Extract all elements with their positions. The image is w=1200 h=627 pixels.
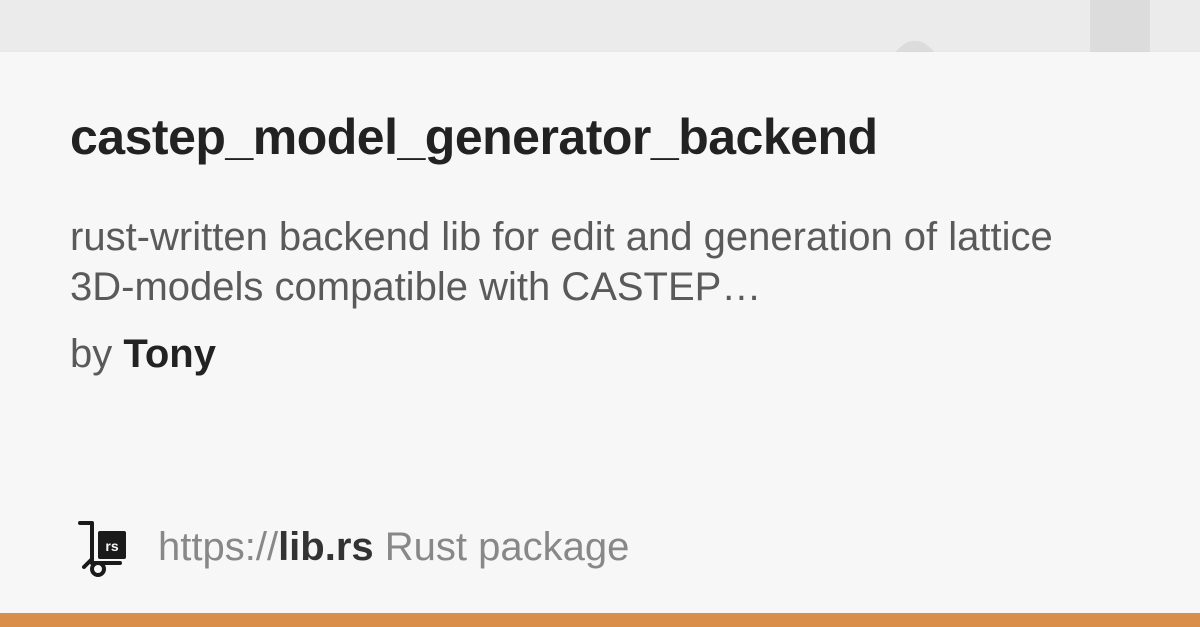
package-card: castep_model_generator_backend rust-writ… bbox=[0, 52, 1200, 613]
url-prefix: https:// bbox=[158, 525, 278, 569]
url-domain: lib.rs bbox=[278, 525, 374, 569]
package-title: castep_model_generator_backend bbox=[70, 108, 1130, 166]
by-prefix: by bbox=[70, 332, 123, 376]
package-author: Tony bbox=[123, 332, 216, 376]
accent-bar bbox=[0, 613, 1200, 627]
url-line: https://lib.rs Rust package bbox=[158, 525, 629, 570]
package-byline: by Tony bbox=[70, 332, 1130, 377]
footer-row: rs https://lib.rs Rust package bbox=[70, 515, 629, 579]
package-description: rust-written backend lib for edit and ge… bbox=[70, 212, 1070, 312]
librs-logo-icon: rs bbox=[70, 515, 134, 579]
svg-text:rs: rs bbox=[105, 538, 118, 554]
url-suffix: Rust package bbox=[374, 525, 630, 569]
